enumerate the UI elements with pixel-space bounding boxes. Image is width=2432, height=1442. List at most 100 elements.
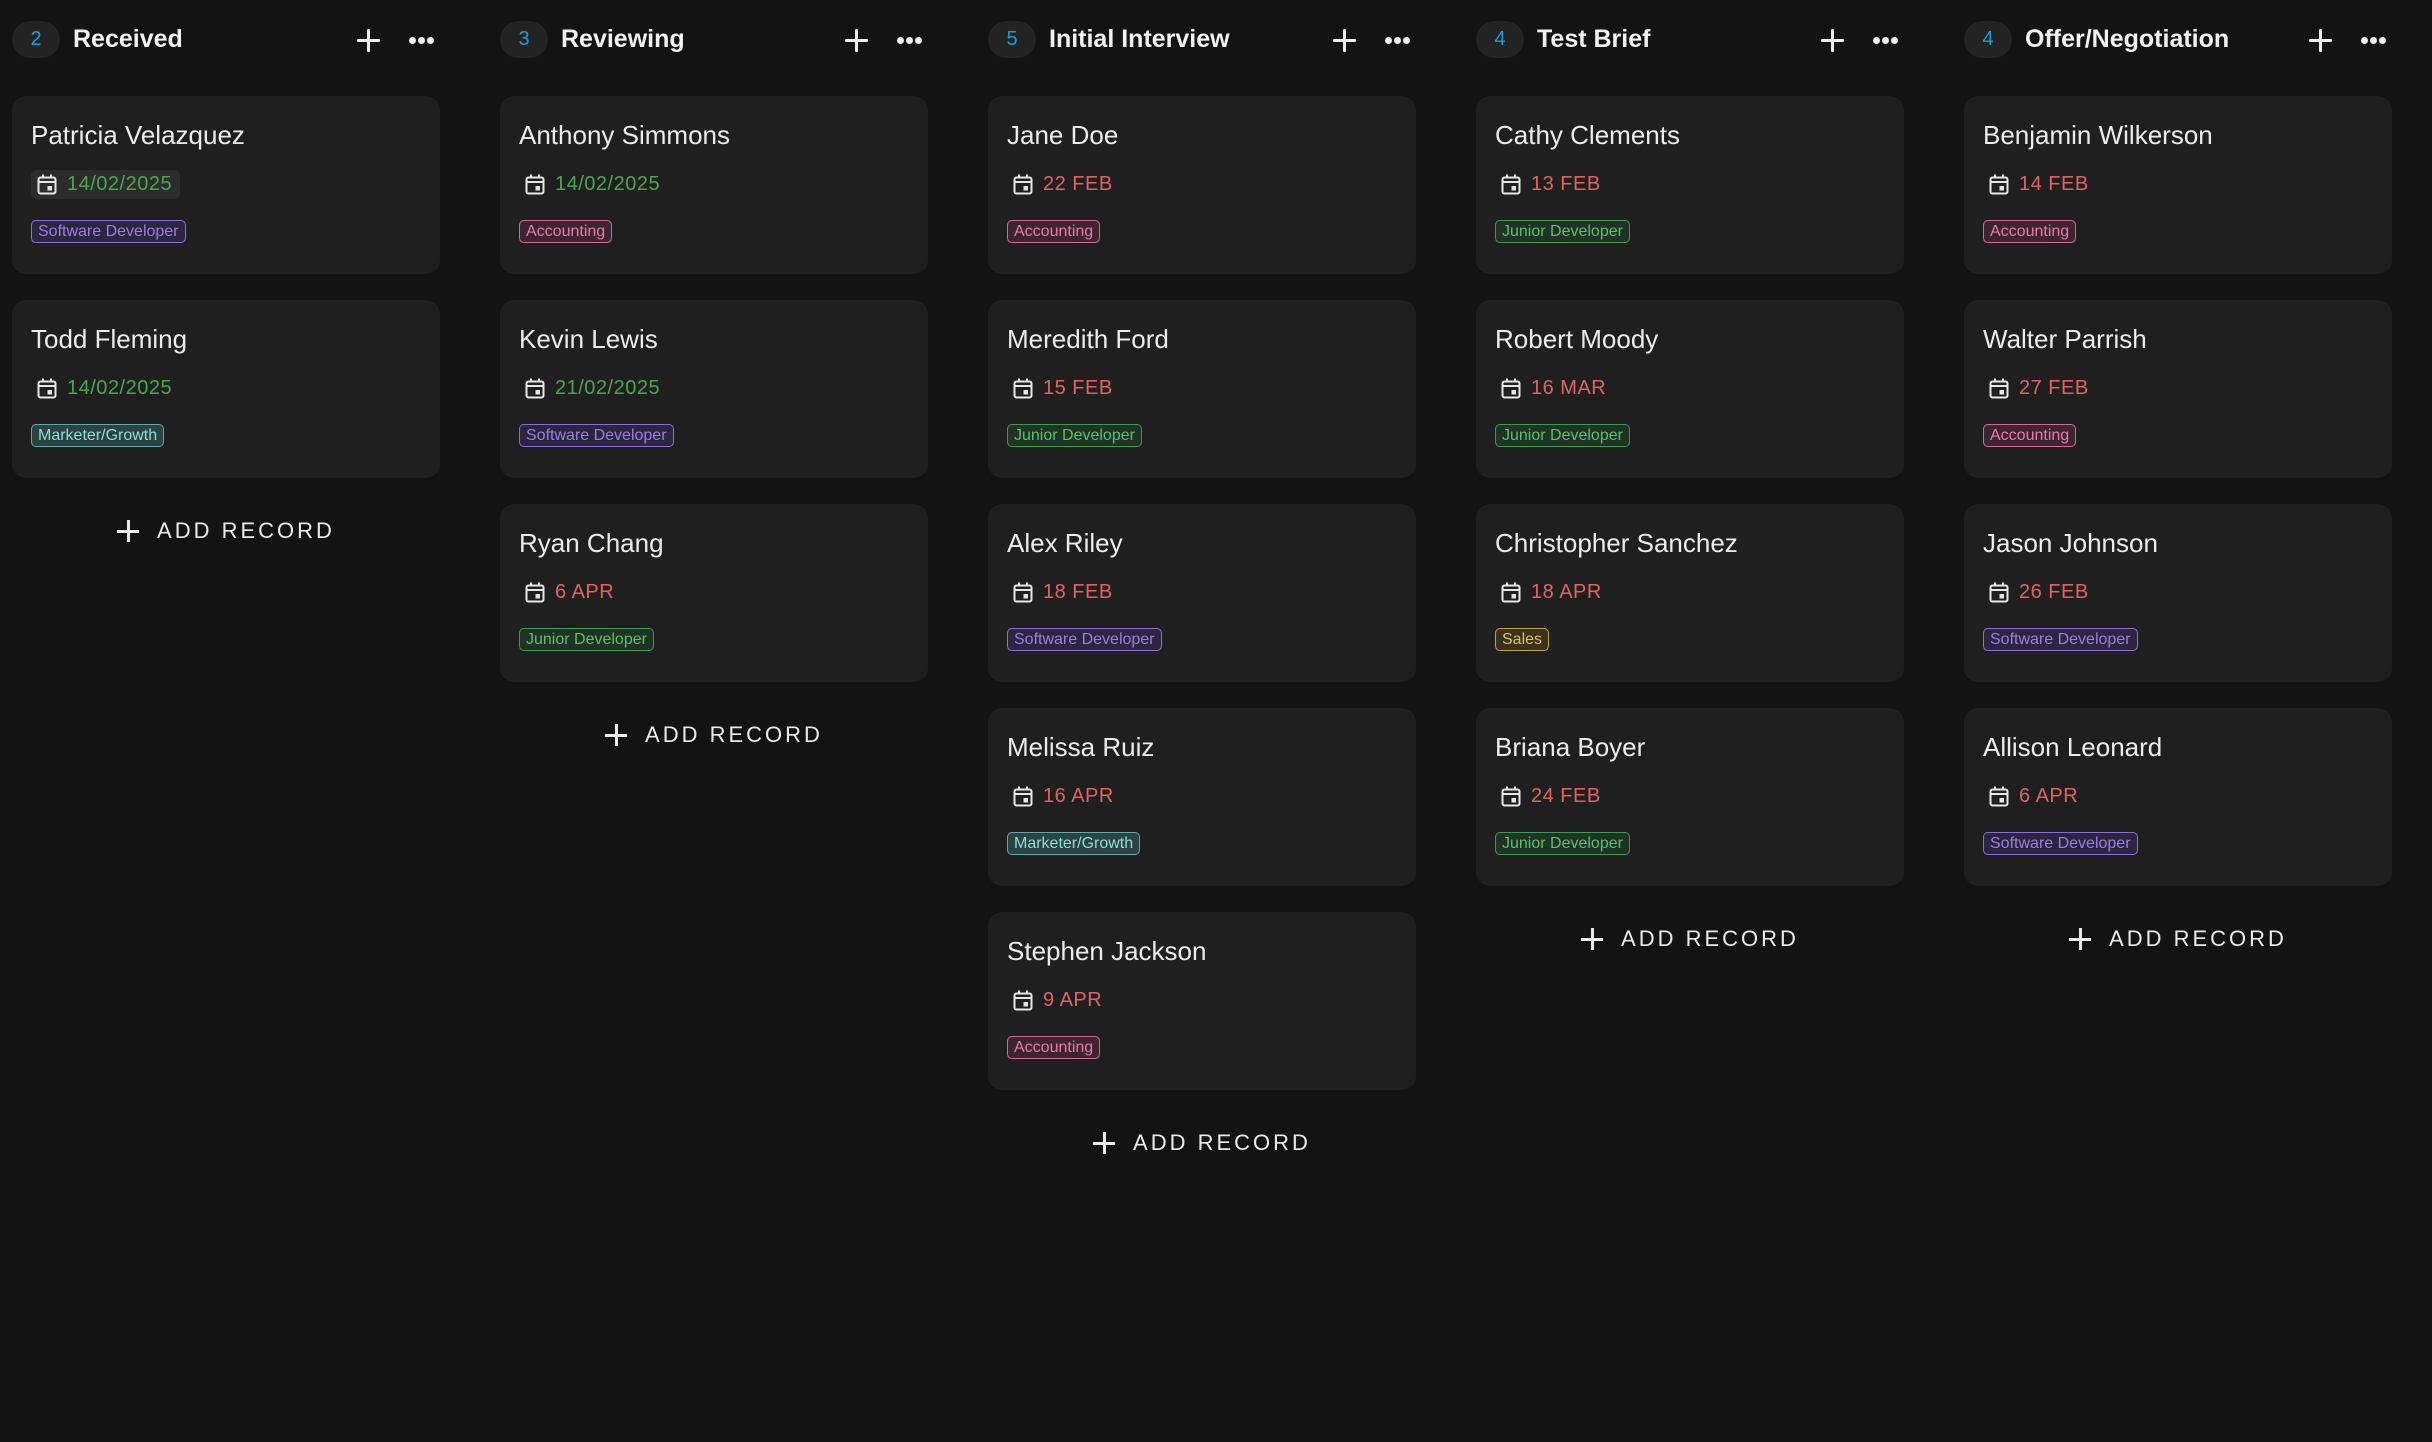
- candidate-card[interactable]: Kevin Lewis 21/02/2025 Software Develope…: [500, 300, 928, 478]
- candidate-card[interactable]: Patricia Velazquez 14/02/2025 Software D…: [12, 96, 440, 274]
- due-date-text: 21/02/2025: [555, 377, 661, 399]
- add-record-label: ADD RECORD: [1133, 1130, 1311, 1155]
- column-title: Offer/Negotiation: [2025, 25, 2230, 53]
- candidate-card[interactable]: Stephen Jackson 9 APR Accounting: [988, 912, 1416, 1090]
- candidate-name: Briana Boyer: [1495, 732, 1646, 762]
- due-date[interactable]: 9 APR: [1007, 986, 1110, 1015]
- calendar-icon: [1501, 378, 1521, 399]
- column-header: 5 Initial Interview: [988, 21, 1416, 58]
- candidate-card[interactable]: Melissa Ruiz 16 APR Marketer/Growth: [988, 708, 1416, 886]
- candidate-card[interactable]: Cathy Clements 13 FEB Junior Developer: [1476, 96, 1904, 274]
- column-count-badge: 4: [1964, 21, 2012, 58]
- more-dots-icon: [409, 37, 416, 44]
- due-date-text: 16 MAR: [1531, 377, 1607, 399]
- add-record-label: ADD RECORD: [2109, 926, 2287, 951]
- add-record-button[interactable]: ADD RECORD: [12, 511, 440, 551]
- due-date[interactable]: 15 FEB: [1007, 374, 1121, 403]
- column-count-badge: 4: [1476, 21, 1524, 58]
- candidate-name: Benjamin Wilkerson: [1983, 120, 2213, 150]
- role-tag: Accounting: [1007, 220, 1101, 243]
- role-tag: Junior Developer: [1495, 832, 1630, 855]
- add-card-button[interactable]: [352, 23, 386, 57]
- candidate-card[interactable]: Meredith Ford 15 FEB Junior Developer: [988, 300, 1416, 478]
- due-date[interactable]: 14/02/2025: [519, 170, 668, 199]
- due-date-text: 27 FEB: [2019, 377, 2089, 399]
- column-count-badge: 5: [988, 21, 1036, 58]
- due-date[interactable]: 14 FEB: [1983, 170, 2097, 199]
- column-options-button[interactable]: [1871, 23, 1905, 57]
- due-date[interactable]: 14/02/2025: [31, 170, 181, 199]
- candidate-name: Walter Parrish: [1983, 324, 2147, 354]
- add-record-button[interactable]: ADD RECORD: [1964, 919, 2392, 959]
- add-record-button[interactable]: ADD RECORD: [500, 715, 928, 755]
- role-tag: Marketer/Growth: [31, 424, 165, 447]
- role-tag: Junior Developer: [1495, 424, 1630, 447]
- candidate-name: Allison Leonard: [1983, 732, 2163, 762]
- calendar-icon: [525, 582, 545, 603]
- calendar-icon: [1989, 582, 2009, 603]
- due-date[interactable]: 6 APR: [519, 578, 622, 607]
- column-options-button[interactable]: [1383, 23, 1417, 57]
- due-date[interactable]: 21/02/2025: [519, 374, 668, 403]
- due-date-text: 14 FEB: [2019, 173, 2089, 195]
- due-date[interactable]: 22 FEB: [1007, 170, 1121, 199]
- candidate-card[interactable]: Christopher Sanchez 18 APR Sales: [1476, 504, 1904, 682]
- add-card-button[interactable]: [1816, 23, 1850, 57]
- role-tag: Marketer/Growth: [1007, 832, 1141, 855]
- due-date[interactable]: 14/02/2025: [31, 374, 180, 403]
- column-title: Initial Interview: [1049, 25, 1230, 53]
- candidate-card[interactable]: Walter Parrish 27 FEB Accounting: [1964, 300, 2392, 478]
- candidate-card[interactable]: Robert Moody 16 MAR Junior Developer: [1476, 300, 1904, 478]
- due-date[interactable]: 16 APR: [1007, 782, 1122, 811]
- add-card-button[interactable]: [840, 23, 874, 57]
- due-date-text: 15 FEB: [1043, 377, 1113, 399]
- column-header: 2 Received: [12, 21, 440, 58]
- more-dots-icon: [2361, 37, 2368, 44]
- candidate-card[interactable]: Jane Doe 22 FEB Accounting: [988, 96, 1416, 274]
- due-date[interactable]: 13 FEB: [1495, 170, 1609, 199]
- candidate-card[interactable]: Jason Johnson 26 FEB Software Developer: [1964, 504, 2392, 682]
- column-options-button[interactable]: [407, 23, 441, 57]
- due-date-text: 14/02/2025: [555, 173, 661, 195]
- column-header: 3 Reviewing: [500, 21, 928, 58]
- column-options-button[interactable]: [2359, 23, 2393, 57]
- role-tag: Sales: [1495, 628, 1550, 651]
- column-options-button[interactable]: [895, 23, 929, 57]
- column-title: Received: [73, 25, 183, 53]
- candidate-name: Kevin Lewis: [519, 324, 658, 354]
- role-tag: Junior Developer: [519, 628, 654, 651]
- candidate-card[interactable]: Anthony Simmons 14/02/2025 Accounting: [500, 96, 928, 274]
- plus-icon: [605, 724, 628, 746]
- due-date[interactable]: 16 MAR: [1495, 374, 1614, 403]
- candidate-card[interactable]: Alex Riley 18 FEB Software Developer: [988, 504, 1416, 682]
- plus-icon: [1093, 1132, 1116, 1154]
- due-date[interactable]: 18 APR: [1495, 578, 1610, 607]
- due-date[interactable]: 18 FEB: [1007, 578, 1121, 607]
- due-date-text: 14/02/2025: [67, 173, 173, 195]
- candidate-card[interactable]: Ryan Chang 6 APR Junior Developer: [500, 504, 928, 682]
- candidate-name: Robert Moody: [1495, 324, 1659, 354]
- due-date[interactable]: 24 FEB: [1495, 782, 1609, 811]
- role-tag: Software Developer: [519, 424, 674, 447]
- candidate-card[interactable]: Benjamin Wilkerson 14 FEB Accounting: [1964, 96, 2392, 274]
- calendar-icon: [1013, 582, 1033, 603]
- candidate-card[interactable]: Todd Fleming 14/02/2025 Marketer/Growth: [12, 300, 440, 478]
- role-tag: Accounting: [519, 220, 613, 243]
- due-date[interactable]: 26 FEB: [1983, 578, 2097, 607]
- calendar-icon: [1501, 786, 1521, 807]
- due-date-text: 26 FEB: [2019, 581, 2089, 603]
- add-record-button[interactable]: ADD RECORD: [1476, 919, 1904, 959]
- due-date[interactable]: 6 APR: [1983, 782, 2086, 811]
- role-tag: Software Developer: [1007, 628, 1162, 651]
- role-tag: Junior Developer: [1495, 220, 1630, 243]
- add-card-button[interactable]: [1328, 23, 1362, 57]
- add-record-button[interactable]: ADD RECORD: [988, 1123, 1416, 1163]
- due-date-text: 18 APR: [1531, 581, 1602, 603]
- more-dots-icon: [897, 37, 904, 44]
- due-date[interactable]: 27 FEB: [1983, 374, 2097, 403]
- add-card-button[interactable]: [2304, 23, 2338, 57]
- calendar-icon: [1013, 990, 1033, 1011]
- candidate-card[interactable]: Allison Leonard 6 APR Software Developer: [1964, 708, 2392, 886]
- candidate-name: Melissa Ruiz: [1007, 732, 1155, 762]
- candidate-card[interactable]: Briana Boyer 24 FEB Junior Developer: [1476, 708, 1904, 886]
